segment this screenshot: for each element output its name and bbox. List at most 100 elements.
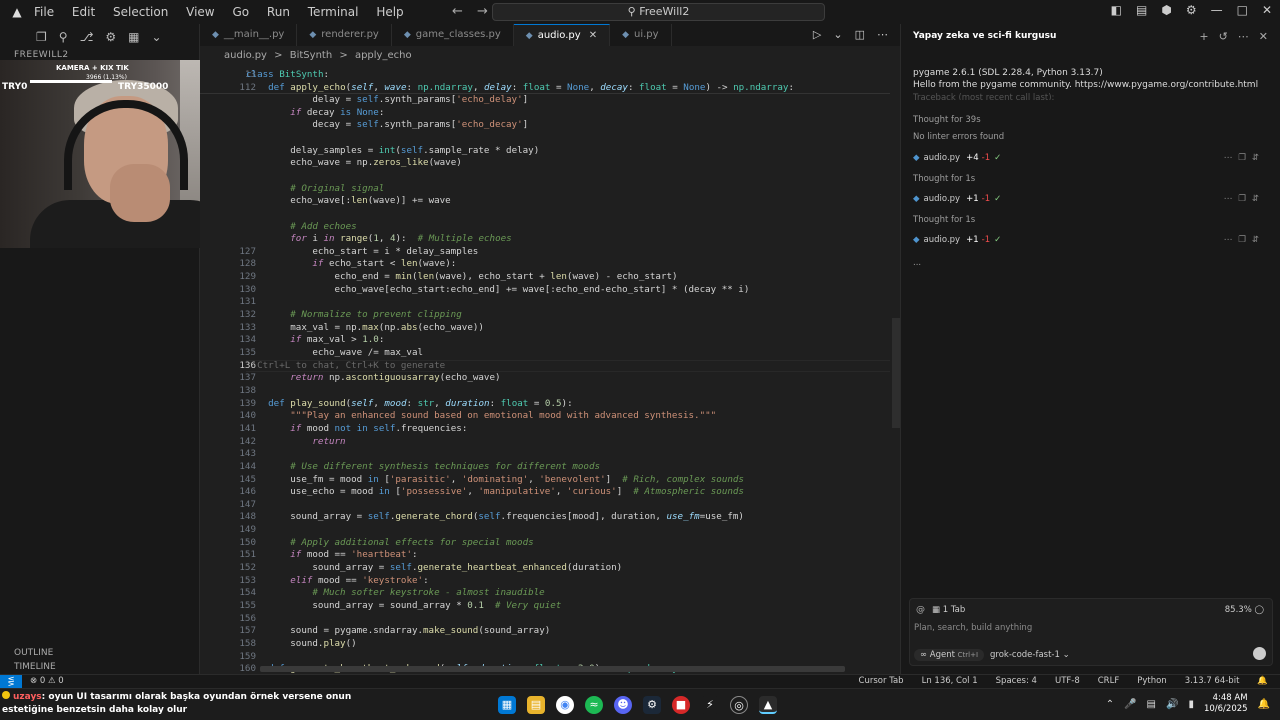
code-line[interactable]: 128 if echo_start < len(wave): [200, 258, 890, 271]
command-center-search[interactable]: ⚲ FreeWill2 [492, 3, 825, 21]
chevron-down-icon[interactable]: ⌄ [833, 28, 842, 41]
code-line[interactable]: echo_wave = np.zeros_like(wave) [200, 157, 890, 170]
spotify-icon[interactable]: ≈ [585, 696, 603, 714]
code-line[interactable]: 135 echo_wave /= max_val [200, 347, 890, 360]
code-line[interactable]: 145 use_fm = mood in ['parasitic', 'domi… [200, 474, 890, 487]
more-actions-icon[interactable]: ⋯ [877, 28, 888, 41]
toggle-sidebar-icon[interactable]: ◧ [1111, 3, 1122, 17]
files-icon[interactable]: ❐ [36, 30, 47, 44]
code-line[interactable]: 150 # Apply additional effects for speci… [200, 537, 890, 550]
code-line[interactable]: 142 return [200, 436, 890, 449]
code-line[interactable]: 155 sound_array = sound_array * 0.1 # Ve… [200, 600, 890, 613]
code-line[interactable] [200, 132, 890, 145]
code-line[interactable] [200, 208, 890, 221]
toggle-panel-icon[interactable]: ▤ [1136, 3, 1147, 17]
status-cursor-tab[interactable]: Cursor Tab [859, 676, 904, 686]
edited-file-row[interactable]: ◆ audio.py +1 -1 ✓ ⋯❐⇵ [913, 194, 1269, 210]
start-windows-icon[interactable]: ▦ [498, 696, 516, 714]
menu-edit[interactable]: Edit [72, 5, 95, 19]
menu-run[interactable]: Run [267, 5, 290, 19]
code-line[interactable]: decay = self.synth_params['echo_decay'] [200, 119, 890, 132]
menu-terminal[interactable]: Terminal [308, 5, 359, 19]
more-icon[interactable]: ⋯ [1238, 30, 1249, 43]
minimize-icon[interactable]: — [1211, 3, 1223, 17]
status-encoding[interactable]: UTF-8 [1055, 676, 1080, 686]
current-code-line[interactable]: 136 Ctrl+L to chat, Ctrl+K to generate [200, 359, 890, 373]
code-line[interactable]: 130 echo_wave[echo_start:echo_end] += wa… [200, 284, 890, 297]
status-position[interactable]: Ln 136, Col 1 [922, 676, 978, 686]
extensions-icon[interactable]: ⬢ [1161, 3, 1171, 17]
breadcrumb-function[interactable]: apply_echo [355, 50, 412, 61]
code-line[interactable] [200, 170, 890, 183]
context-tabs-chip[interactable]: ▦ 1 Tab [932, 605, 965, 615]
capcut-icon[interactable]: ⚡ [701, 696, 719, 714]
tab-main[interactable]: ◆ __main__.py [200, 24, 298, 46]
chat-input-box[interactable]: @ ▦ 1 Tab 85.3% ◯ Plan, search, build an… [909, 598, 1273, 666]
maximize-icon[interactable]: □ [1237, 3, 1248, 17]
menu-go[interactable]: Go [232, 5, 249, 19]
battery-icon[interactable]: ▮ [1188, 699, 1194, 710]
scroll-thumb[interactable] [892, 318, 900, 428]
network-icon[interactable]: ▤ [1147, 699, 1156, 710]
code-line[interactable]: 159 [200, 651, 890, 664]
run-icon[interactable]: ▷ [813, 28, 821, 41]
sticky-code-line[interactable]: 13 class BitSynth: [200, 69, 890, 82]
code-line[interactable]: 127 echo_start = i * delay_samples [200, 246, 890, 259]
tab-audio[interactable]: ◆ audio.py ✕ [513, 24, 611, 46]
forward-arrow-icon[interactable]: → [477, 4, 488, 19]
notifications-bell-icon[interactable]: 🔔 [1257, 676, 1268, 686]
outline-section[interactable]: OUTLINE [14, 648, 53, 658]
edited-file-row[interactable]: ◆ audio.py +1 -1 ✓ ⋯❐⇵ [913, 235, 1269, 251]
file-actions[interactable]: ⋯❐⇵ [1224, 153, 1265, 163]
thought-label[interactable]: Thought for 1s [913, 174, 975, 184]
status-eol[interactable]: CRLF [1098, 676, 1119, 686]
code-line[interactable]: 140 """Play an enhanced sound based on e… [200, 410, 890, 423]
clock[interactable]: 4:48 AM 10/6/2025 [1204, 693, 1248, 715]
mention-button[interactable]: @ [916, 605, 925, 615]
search-icon[interactable]: ⚲ [59, 30, 68, 44]
chrome-icon[interactable]: ◉ [556, 696, 574, 714]
tab-ui[interactable]: ◆ ui.py [610, 24, 672, 46]
status-interpreter[interactable]: 3.13.7 64-bit [1185, 676, 1240, 686]
volume-icon[interactable]: 🔊 [1166, 699, 1178, 710]
code-line[interactable]: 139 def play_sound(self, mood: str, dura… [200, 398, 890, 411]
code-area[interactable]: delay = self.synth_params['echo_delay'] … [200, 68, 890, 674]
thought-label[interactable]: Thought for 1s [913, 215, 975, 225]
obs-icon[interactable]: ◎ [730, 696, 748, 714]
code-line[interactable]: 144 # Use different synthesis techniques… [200, 461, 890, 474]
cursor-app-icon[interactable]: ▲ [759, 696, 777, 714]
code-line[interactable]: 133 max_val = np.max(np.abs(echo_wave)) [200, 322, 890, 335]
code-line[interactable]: # Original signal [200, 183, 890, 196]
code-line[interactable]: 129 echo_end = min(len(wave), echo_start… [200, 271, 890, 284]
code-line[interactable]: 134 if max_val > 1.0: [200, 334, 890, 347]
code-line[interactable]: 153 elif mood == 'keystroke': [200, 575, 890, 588]
status-language[interactable]: Python [1137, 676, 1166, 686]
code-line[interactable]: if decay is None: [200, 107, 890, 120]
code-line[interactable]: 141 if mood not in self.frequencies: [200, 423, 890, 436]
code-line[interactable]: # Add echoes [200, 221, 890, 234]
agent-mode-dropdown[interactable]: ∞ Agent Ctrl+I [914, 649, 985, 661]
sticky-scroll-header[interactable]: 13 class BitSynth: 112 def apply_echo(self… [200, 68, 890, 94]
debug-icon[interactable]: ⚙ [105, 30, 116, 44]
close-window-icon[interactable]: ✕ [1262, 3, 1272, 17]
vertical-scrollbar[interactable] [890, 68, 900, 674]
code-line[interactable]: 147 [200, 499, 890, 512]
horizontal-scrollbar[interactable] [260, 666, 845, 672]
code-line[interactable]: 146 use_echo = mood in ['possessive', 'm… [200, 486, 890, 499]
extensions-grid-icon[interactable]: ▦ [128, 30, 139, 44]
recorder-icon[interactable]: ■ [672, 696, 690, 714]
code-line[interactable]: 157 sound = pygame.sndarray.make_sound(s… [200, 625, 890, 638]
close-tab-icon[interactable]: ✕ [589, 30, 597, 41]
tab-game-classes[interactable]: ◆ game_classes.py [392, 24, 514, 46]
send-button[interactable] [1253, 647, 1266, 660]
problems-indicator[interactable]: ⊗ 0 ⚠ 0 [30, 676, 64, 686]
code-line[interactable]: 132 # Normalize to prevent clipping [200, 309, 890, 322]
code-line[interactable]: 131 [200, 296, 890, 309]
split-editor-icon[interactable]: ◫ [855, 28, 865, 41]
back-arrow-icon[interactable]: ← [452, 4, 463, 19]
show-hidden-icons[interactable]: ⌃ [1106, 699, 1114, 710]
code-line[interactable]: 148 sound_array = self.generate_chord(se… [200, 511, 890, 524]
code-line[interactable]: echo_wave[:len(wave)] += wave [200, 195, 890, 208]
tab-renderer[interactable]: ◆ renderer.py [297, 24, 392, 46]
discord-icon[interactable]: ☻ [614, 696, 632, 714]
